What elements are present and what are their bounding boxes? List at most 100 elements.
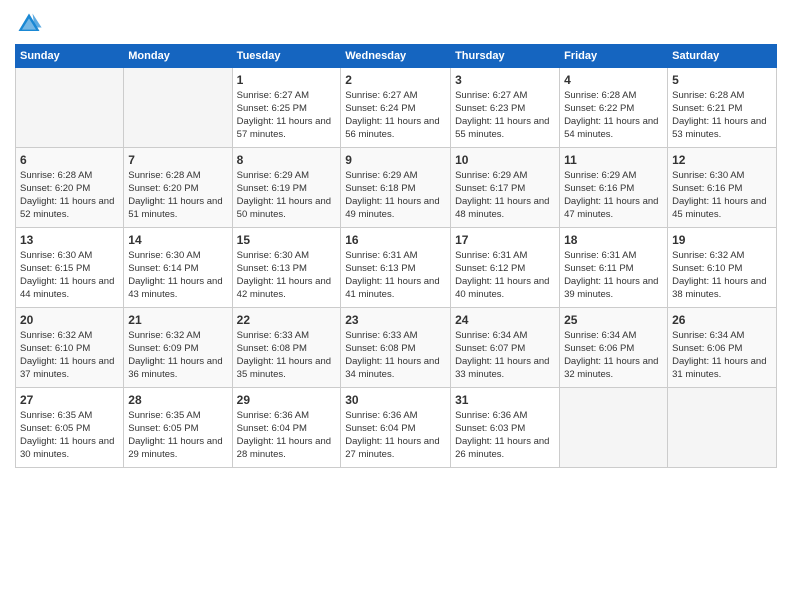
day-info: Sunrise: 6:36 AMSunset: 6:03 PMDaylight:… bbox=[455, 410, 555, 461]
calendar-cell: 22 Sunrise: 6:33 AMSunset: 6:08 PMDayligh… bbox=[232, 308, 341, 388]
day-info: Sunrise: 6:30 AMSunset: 6:15 PMDaylight:… bbox=[20, 250, 119, 301]
day-number: 25 bbox=[564, 312, 663, 328]
day-number: 30 bbox=[345, 392, 446, 408]
day-info: Sunrise: 6:30 AMSunset: 6:16 PMDaylight:… bbox=[672, 170, 772, 221]
day-number: 13 bbox=[20, 232, 119, 248]
day-info: Sunrise: 6:27 AMSunset: 6:25 PMDaylight:… bbox=[237, 90, 337, 141]
calendar-cell: 28Sunrise: 6:35 AMSunset: 6:05 PMDayligh… bbox=[124, 388, 232, 468]
calendar-table: SundayMondayTuesdayWednesdayThursdayFrid… bbox=[15, 44, 777, 468]
day-number: 23 bbox=[345, 312, 446, 328]
day-info: Sunrise: 6:33 AMSunset: 6:08 PMDaylight:… bbox=[237, 330, 337, 381]
week-row-0: 1 Sunrise: 6:27 AMSunset: 6:25 PMDaylight… bbox=[16, 68, 777, 148]
calendar-cell: 16 Sunrise: 6:31 AMSunset: 6:13 PMDayligh… bbox=[341, 228, 451, 308]
calendar-cell bbox=[124, 68, 232, 148]
calendar-cell: 1 Sunrise: 6:27 AMSunset: 6:25 PMDaylight… bbox=[232, 68, 341, 148]
day-number: 31 bbox=[455, 392, 555, 408]
day-number: 17 bbox=[455, 232, 555, 248]
col-header-thursday: Thursday bbox=[451, 45, 560, 68]
day-number: 16 bbox=[345, 232, 446, 248]
day-info: Sunrise: 6:36 AMSunset: 6:04 PMDaylight:… bbox=[237, 410, 337, 461]
day-number: 7 bbox=[128, 152, 227, 168]
calendar-cell: 15 Sunrise: 6:30 AMSunset: 6:13 PMDayligh… bbox=[232, 228, 341, 308]
day-number: 15 bbox=[237, 232, 337, 248]
calendar-cell: 21 Sunrise: 6:32 AMSunset: 6:09 PMDayligh… bbox=[124, 308, 232, 388]
calendar-cell: 12 Sunrise: 6:30 AMSunset: 6:16 PMDayligh… bbox=[668, 148, 777, 228]
day-number: 4 bbox=[564, 72, 663, 88]
calendar-cell: 9 Sunrise: 6:29 AMSunset: 6:18 PMDaylight… bbox=[341, 148, 451, 228]
calendar-cell: 24 Sunrise: 6:34 AMSunset: 6:07 PMDayligh… bbox=[451, 308, 560, 388]
day-info: Sunrise: 6:29 AMSunset: 6:19 PMDaylight:… bbox=[237, 170, 337, 221]
day-number: 2 bbox=[345, 72, 446, 88]
day-info: Sunrise: 6:29 AMSunset: 6:17 PMDaylight:… bbox=[455, 170, 555, 221]
day-number: 24 bbox=[455, 312, 555, 328]
calendar-cell bbox=[560, 388, 668, 468]
day-info: Sunrise: 6:36 AMSunset: 6:04 PMDaylight:… bbox=[345, 410, 446, 461]
day-info: Sunrise: 6:30 AMSunset: 6:13 PMDaylight:… bbox=[237, 250, 337, 301]
calendar-cell: 31 Sunrise: 6:36 AMSunset: 6:03 PMDayligh… bbox=[451, 388, 560, 468]
day-number: 29 bbox=[237, 392, 337, 408]
day-info: Sunrise: 6:29 AMSunset: 6:18 PMDaylight:… bbox=[345, 170, 446, 221]
day-info: Sunrise: 6:32 AMSunset: 6:10 PMDaylight:… bbox=[20, 330, 119, 381]
calendar-cell: 23 Sunrise: 6:33 AMSunset: 6:08 PMDayligh… bbox=[341, 308, 451, 388]
day-info: Sunrise: 6:31 AMSunset: 6:13 PMDaylight:… bbox=[345, 250, 446, 301]
logo-icon bbox=[15, 10, 43, 38]
day-number: 28 bbox=[128, 392, 227, 408]
calendar-cell: 29 Sunrise: 6:36 AMSunset: 6:04 PMDayligh… bbox=[232, 388, 341, 468]
week-row-4: 27 Sunrise: 6:35 AMSunset: 6:05 PMDayligh… bbox=[16, 388, 777, 468]
calendar-cell: 27 Sunrise: 6:35 AMSunset: 6:05 PMDayligh… bbox=[16, 388, 124, 468]
col-header-sunday: Sunday bbox=[16, 45, 124, 68]
day-number: 20 bbox=[20, 312, 119, 328]
calendar-cell: 11 Sunrise: 6:29 AMSunset: 6:16 PMDayligh… bbox=[560, 148, 668, 228]
day-number: 9 bbox=[345, 152, 446, 168]
calendar-cell: 13 Sunrise: 6:30 AMSunset: 6:15 PMDayligh… bbox=[16, 228, 124, 308]
day-number: 8 bbox=[237, 152, 337, 168]
day-number: 21 bbox=[128, 312, 227, 328]
day-number: 19 bbox=[672, 232, 772, 248]
day-number: 22 bbox=[237, 312, 337, 328]
day-info: Sunrise: 6:31 AMSunset: 6:12 PMDaylight:… bbox=[455, 250, 555, 301]
day-info: Sunrise: 6:29 AMSunset: 6:16 PMDaylight:… bbox=[564, 170, 663, 221]
calendar-cell: 18 Sunrise: 6:31 AMSunset: 6:11 PMDayligh… bbox=[560, 228, 668, 308]
calendar-cell: 14Sunrise: 6:30 AMSunset: 6:14 PMDayligh… bbox=[124, 228, 232, 308]
day-info: Sunrise: 6:31 AMSunset: 6:11 PMDaylight:… bbox=[564, 250, 663, 301]
day-number: 3 bbox=[455, 72, 555, 88]
day-number: 18 bbox=[564, 232, 663, 248]
day-info: Sunrise: 6:34 AMSunset: 6:07 PMDaylight:… bbox=[455, 330, 555, 381]
calendar-cell: 19Sunrise: 6:32 AMSunset: 6:10 PMDayligh… bbox=[668, 228, 777, 308]
day-number: 11 bbox=[564, 152, 663, 168]
col-header-friday: Friday bbox=[560, 45, 668, 68]
col-header-saturday: Saturday bbox=[668, 45, 777, 68]
calendar-cell: 20 Sunrise: 6:32 AMSunset: 6:10 PMDayligh… bbox=[16, 308, 124, 388]
day-info: Sunrise: 6:33 AMSunset: 6:08 PMDaylight:… bbox=[345, 330, 446, 381]
day-info: Sunrise: 6:32 AMSunset: 6:09 PMDaylight:… bbox=[128, 330, 227, 381]
day-info: Sunrise: 6:27 AMSunset: 6:23 PMDaylight:… bbox=[455, 90, 555, 141]
day-info: Sunrise: 6:28 AMSunset: 6:22 PMDaylight:… bbox=[564, 90, 663, 141]
col-header-monday: Monday bbox=[124, 45, 232, 68]
day-number: 27 bbox=[20, 392, 119, 408]
day-number: 1 bbox=[237, 72, 337, 88]
calendar-cell: 30 Sunrise: 6:36 AMSunset: 6:04 PMDayligh… bbox=[341, 388, 451, 468]
day-info: Sunrise: 6:28 AMSunset: 6:20 PMDaylight:… bbox=[128, 170, 227, 221]
day-number: 5 bbox=[672, 72, 772, 88]
day-info: Sunrise: 6:35 AMSunset: 6:05 PMDaylight:… bbox=[20, 410, 119, 461]
day-info: Sunrise: 6:34 AMSunset: 6:06 PMDaylight:… bbox=[672, 330, 772, 381]
week-row-1: 6 Sunrise: 6:28 AMSunset: 6:20 PMDaylight… bbox=[16, 148, 777, 228]
day-number: 6 bbox=[20, 152, 119, 168]
day-info: Sunrise: 6:28 AMSunset: 6:21 PMDaylight:… bbox=[672, 90, 772, 141]
calendar-cell: 7 Sunrise: 6:28 AMSunset: 6:20 PMDaylight… bbox=[124, 148, 232, 228]
calendar-cell: 25 Sunrise: 6:34 AMSunset: 6:06 PMDayligh… bbox=[560, 308, 668, 388]
calendar-cell: 10Sunrise: 6:29 AMSunset: 6:17 PMDayligh… bbox=[451, 148, 560, 228]
calendar-cell: 2 Sunrise: 6:27 AMSunset: 6:24 PMDaylight… bbox=[341, 68, 451, 148]
calendar-cell: 8 Sunrise: 6:29 AMSunset: 6:19 PMDaylight… bbox=[232, 148, 341, 228]
calendar-cell: 6 Sunrise: 6:28 AMSunset: 6:20 PMDaylight… bbox=[16, 148, 124, 228]
day-info: Sunrise: 6:27 AMSunset: 6:24 PMDaylight:… bbox=[345, 90, 446, 141]
calendar-cell: 3 Sunrise: 6:27 AMSunset: 6:23 PMDaylight… bbox=[451, 68, 560, 148]
week-row-3: 20 Sunrise: 6:32 AMSunset: 6:10 PMDayligh… bbox=[16, 308, 777, 388]
calendar-cell bbox=[16, 68, 124, 148]
day-info: Sunrise: 6:30 AMSunset: 6:14 PMDaylight:… bbox=[128, 250, 227, 301]
day-info: Sunrise: 6:28 AMSunset: 6:20 PMDaylight:… bbox=[20, 170, 119, 221]
header bbox=[15, 10, 777, 38]
day-number: 12 bbox=[672, 152, 772, 168]
col-header-tuesday: Tuesday bbox=[232, 45, 341, 68]
day-info: Sunrise: 6:34 AMSunset: 6:06 PMDaylight:… bbox=[564, 330, 663, 381]
